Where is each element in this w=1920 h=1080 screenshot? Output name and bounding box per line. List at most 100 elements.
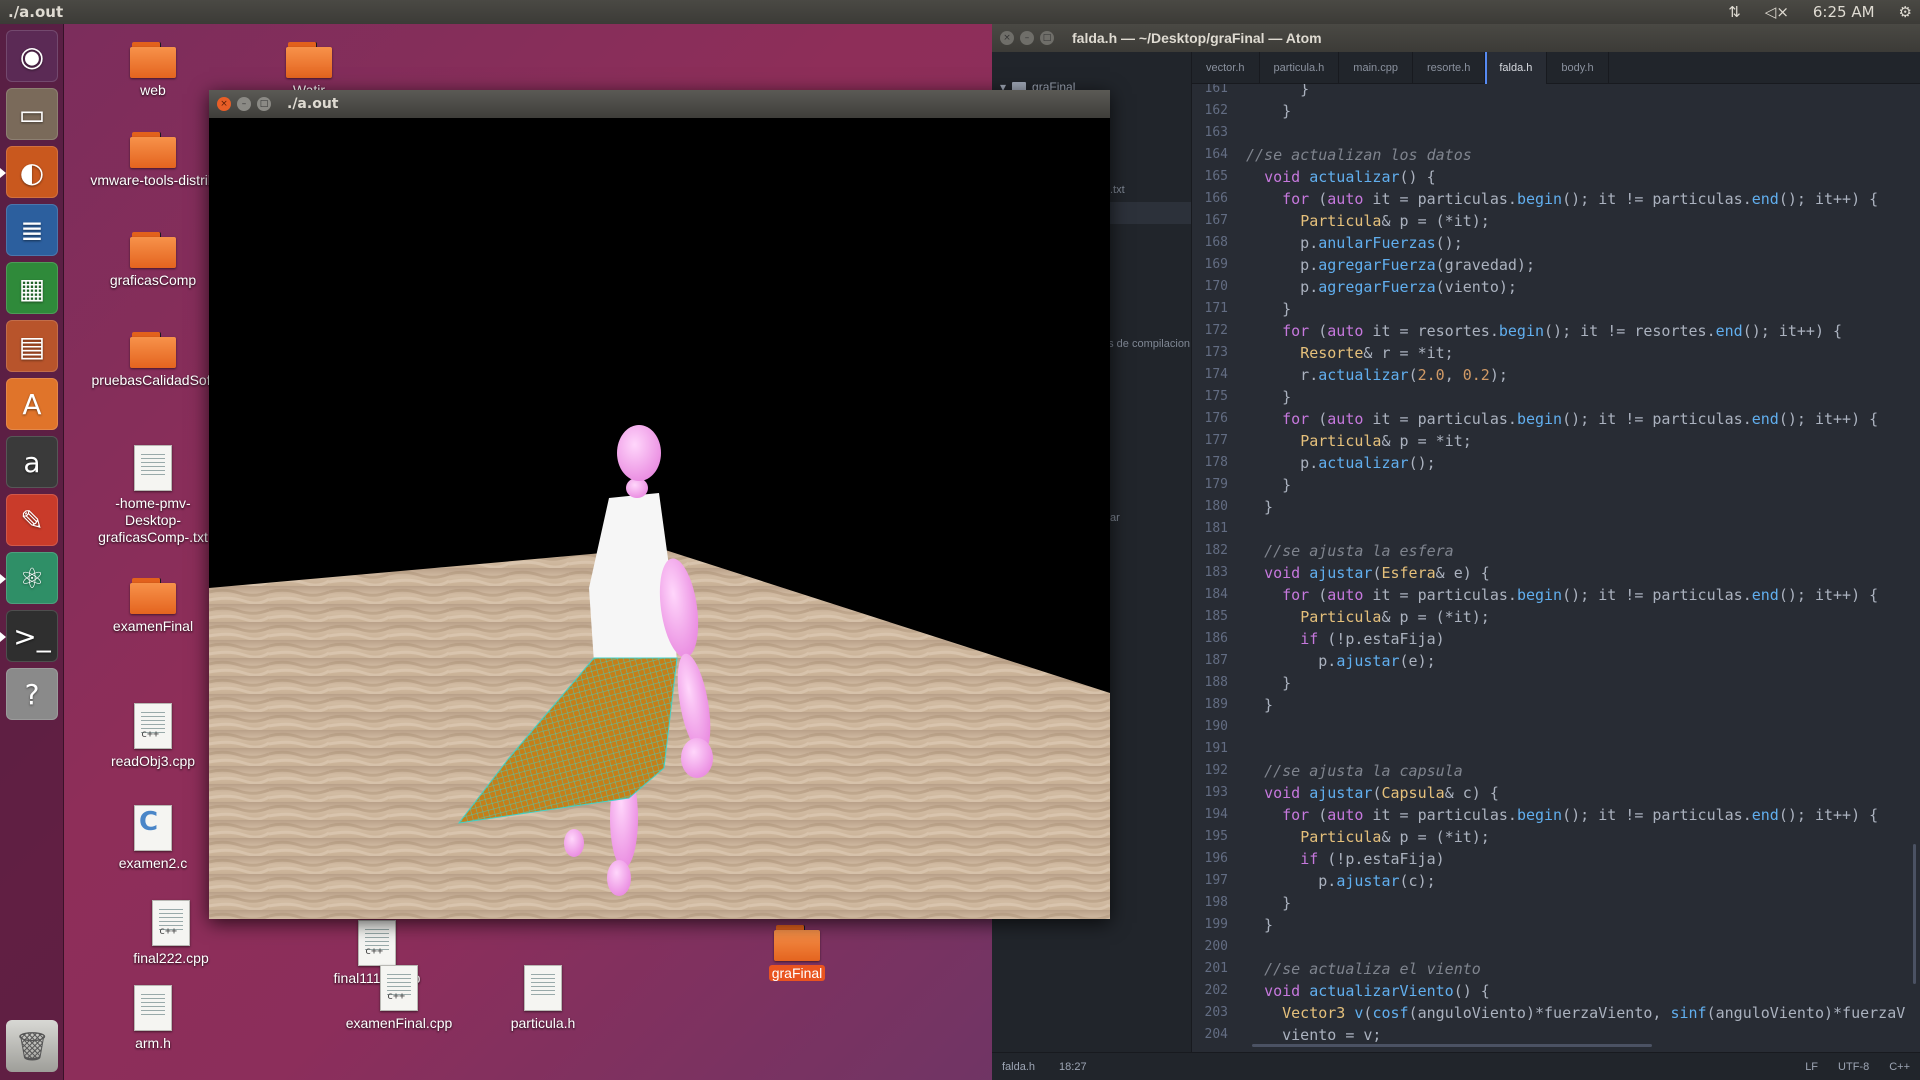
code-line[interactable]: 163: [1192, 122, 1920, 144]
amazon-icon[interactable]: a: [6, 436, 58, 488]
aout-titlebar[interactable]: × – □ ./a.out: [209, 90, 1110, 118]
desktop-icon[interactable]: c++ examenFinal.cpp: [334, 965, 464, 1032]
horizontal-scrollbar[interactable]: [1252, 1044, 1652, 1047]
help-icon[interactable]: ?: [6, 668, 58, 720]
dash-icon[interactable]: ◉: [6, 30, 58, 82]
tree-item[interactable]: es de compilacion: [1102, 338, 1190, 350]
code-line[interactable]: 197 p.ajustar(c);: [1192, 870, 1920, 892]
network-icon[interactable]: ⇅: [1728, 3, 1741, 21]
code-line[interactable]: 177 Particula& p = *it;: [1192, 430, 1920, 452]
code-line[interactable]: 162 }: [1192, 100, 1920, 122]
tab-falda-h[interactable]: falda.h: [1485, 52, 1548, 84]
code-line[interactable]: 187 p.ajustar(e);: [1192, 650, 1920, 672]
code-line[interactable]: 191: [1192, 738, 1920, 760]
atom-titlebar[interactable]: × – □ falda.h — ~/Desktop/graFinal — Ato…: [992, 24, 1920, 52]
code-line[interactable]: 185 Particula& p = (*it);: [1192, 606, 1920, 628]
code-line[interactable]: 171 }: [1192, 298, 1920, 320]
code-line[interactable]: 167 Particula& p = (*it);: [1192, 210, 1920, 232]
volume-icon[interactable]: ◁×: [1765, 3, 1789, 21]
code-line[interactable]: 175 }: [1192, 386, 1920, 408]
code-line[interactable]: 203 Vector3 v(cosf(anguloViento)*fuerzaV…: [1192, 1002, 1920, 1024]
code-line[interactable]: 182 //se ajusta la esfera: [1192, 540, 1920, 562]
code-line[interactable]: 180 }: [1192, 496, 1920, 518]
tab-resorte-h[interactable]: resorte.h: [1413, 52, 1486, 84]
vertical-scrollbar[interactable]: [1913, 844, 1916, 984]
desktop-icon[interactable]: examenFinal: [88, 578, 218, 635]
maximize-button[interactable]: □: [1040, 31, 1054, 45]
software-center-icon[interactable]: A: [6, 378, 58, 430]
tab-particula-h[interactable]: particula.h: [1260, 52, 1340, 84]
opengl-viewport[interactable]: [209, 118, 1110, 919]
writer-icon[interactable]: ≣: [6, 204, 58, 256]
desktop-icon[interactable]: graficasComp: [88, 232, 218, 289]
code-line[interactable]: 190: [1192, 716, 1920, 738]
code-editor[interactable]: 161 } 162 } 163 164//se actualizan los dato…: [1192, 84, 1920, 1052]
tab-vector-h[interactable]: vector.h: [1192, 52, 1260, 84]
desktop-icon[interactable]: -home-pmv-Desktop-graficasComp-.txt: [88, 445, 218, 546]
code-line[interactable]: 179 }: [1192, 474, 1920, 496]
desktop-icon[interactable]: vmware-tools-distrib: [88, 132, 218, 189]
code-line[interactable]: 184 for (auto it = particulas.begin(); i…: [1192, 584, 1920, 606]
settings-icon[interactable]: ⚙: [1899, 3, 1912, 21]
code-line[interactable]: 200: [1192, 936, 1920, 958]
code-line[interactable]: 169 p.agregarFuerza(gravedad);: [1192, 254, 1920, 276]
status-cursor[interactable]: 18:27: [1059, 1061, 1087, 1073]
code-line[interactable]: 183 void ajustar(Esfera& e) {: [1192, 562, 1920, 584]
code-line[interactable]: 165 void actualizar() {: [1192, 166, 1920, 188]
code-line[interactable]: 181: [1192, 518, 1920, 540]
code-line[interactable]: 178 p.actualizar();: [1192, 452, 1920, 474]
close-button[interactable]: ×: [1000, 31, 1014, 45]
tab-main-cpp[interactable]: main.cpp: [1339, 52, 1413, 84]
code-line[interactable]: 188 }: [1192, 672, 1920, 694]
code-line[interactable]: 202 void actualizarViento() {: [1192, 980, 1920, 1002]
code-line[interactable]: 201 //se actualiza el viento: [1192, 958, 1920, 980]
desktop-icon[interactable]: graFinal: [732, 925, 862, 982]
code-line[interactable]: 164 //se actualizan los datos: [1192, 144, 1920, 166]
system-settings-icon[interactable]: ✎: [6, 494, 58, 546]
code-line[interactable]: 176 for (auto it = particulas.begin(); i…: [1192, 408, 1920, 430]
tab-body-h[interactable]: body.h: [1547, 52, 1609, 84]
code-lines[interactable]: 161 } 162 } 163 164//se actualizan los dato…: [1192, 84, 1920, 1046]
code-line[interactable]: 174 r.actualizar(2.0, 0.2);: [1192, 364, 1920, 386]
desktop-icon[interactable]: web: [88, 42, 218, 99]
code-line[interactable]: 193 void ajustar(Capsula& c) {: [1192, 782, 1920, 804]
atom-window[interactable]: × – □ falda.h — ~/Desktop/graFinal — Ato…: [992, 24, 1920, 1080]
close-button[interactable]: ×: [217, 97, 231, 111]
status-grammar[interactable]: C++: [1889, 1061, 1910, 1073]
tree-item[interactable]: ar: [1110, 512, 1120, 524]
code-line[interactable]: 192 //se ajusta la capsula: [1192, 760, 1920, 782]
code-line[interactable]: 173 Resorte& r = *it;: [1192, 342, 1920, 364]
terminal-icon[interactable]: >_: [0, 610, 58, 662]
code-line[interactable]: 189 }: [1192, 694, 1920, 716]
maximize-button[interactable]: □: [257, 97, 271, 111]
minimize-button[interactable]: –: [237, 97, 251, 111]
desktop-icon[interactable]: pruebasCalidadSoft: [88, 332, 218, 389]
tree-item[interactable]: .txt: [1110, 184, 1125, 196]
atom-icon[interactable]: ⚛: [0, 552, 58, 604]
code-line[interactable]: 168 p.anularFuerzas();: [1192, 232, 1920, 254]
impress-icon[interactable]: ▤: [6, 320, 58, 372]
status-encoding[interactable]: UTF-8: [1838, 1061, 1869, 1073]
code-line[interactable]: 199 }: [1192, 914, 1920, 936]
status-file[interactable]: falda.h: [1002, 1061, 1035, 1073]
code-line[interactable]: 198 }: [1192, 892, 1920, 914]
code-line[interactable]: 186 if (!p.estaFija): [1192, 628, 1920, 650]
code-line[interactable]: 166 for (auto it = particulas.begin(); i…: [1192, 188, 1920, 210]
clock[interactable]: 6:25 AM: [1813, 3, 1875, 21]
desktop-icon[interactable]: Cexamen2.c: [88, 805, 218, 872]
code-line[interactable]: 161 }: [1192, 84, 1920, 100]
minimize-button[interactable]: –: [1020, 31, 1034, 45]
code-line[interactable]: 196 if (!p.estaFija): [1192, 848, 1920, 870]
code-line[interactable]: 195 Particula& p = (*it);: [1192, 826, 1920, 848]
status-line-ending[interactable]: LF: [1805, 1061, 1818, 1073]
code-line[interactable]: 194 for (auto it = particulas.begin(); i…: [1192, 804, 1920, 826]
desktop-icon[interactable]: c++ readObj3.cpp: [88, 703, 218, 770]
trash-icon[interactable]: 🗑: [6, 1020, 58, 1072]
calc-icon[interactable]: ▦: [6, 262, 58, 314]
desktop-icon[interactable]: arm.h: [88, 985, 218, 1052]
desktop-icon[interactable]: particula.h: [478, 965, 608, 1032]
code-line[interactable]: 170 p.agregarFuerza(viento);: [1192, 276, 1920, 298]
code-line[interactable]: 204 viento = v;: [1192, 1024, 1920, 1046]
files-icon[interactable]: ▭: [6, 88, 58, 140]
firefox-icon[interactable]: ◐: [0, 146, 58, 198]
